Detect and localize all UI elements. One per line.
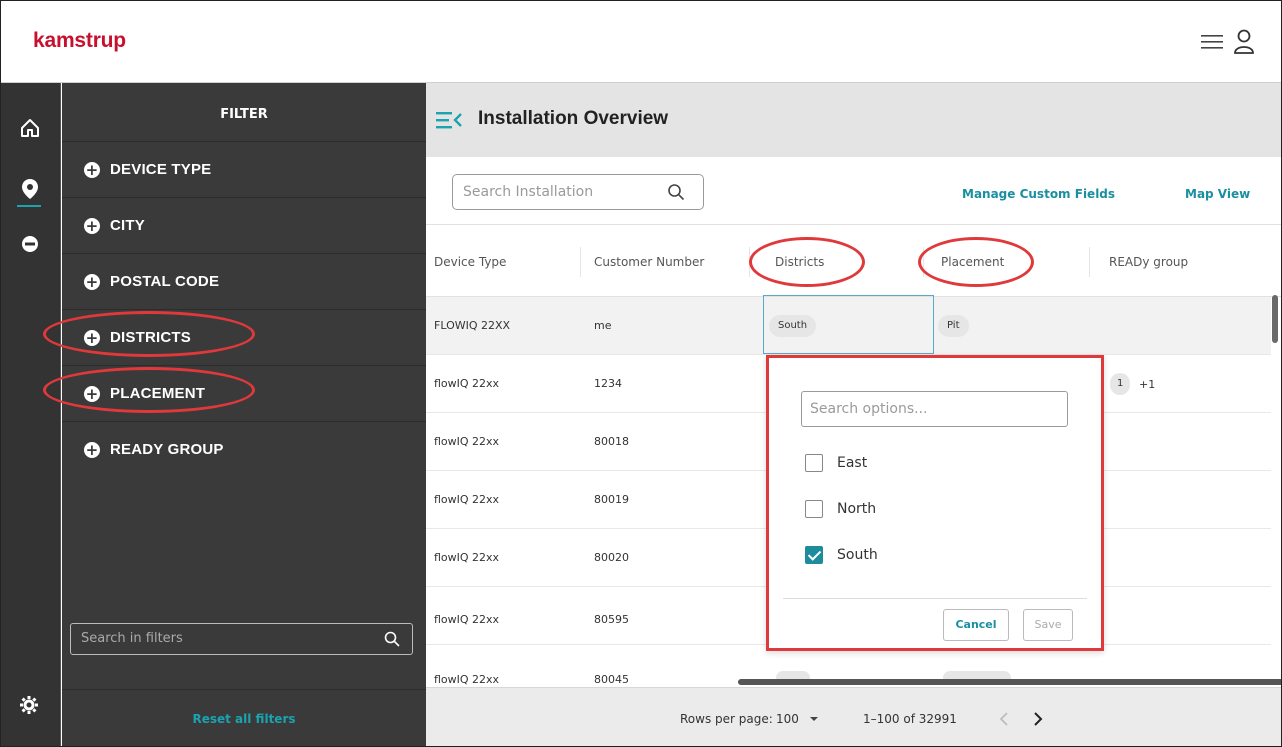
checkbox-unchecked[interactable]: [805, 454, 823, 472]
home-icon[interactable]: [19, 117, 43, 141]
page-header: Installation Overview: [426, 83, 1281, 157]
filter-item-label: POSTAL CODE: [110, 273, 220, 290]
reset-filters-link[interactable]: Reset all filters: [62, 689, 426, 746]
checkbox-checked[interactable]: [805, 546, 823, 564]
plus-icon: +: [84, 384, 100, 403]
option-south[interactable]: South: [805, 546, 878, 564]
collapse-menu-icon[interactable]: [434, 109, 464, 131]
meter-icon[interactable]: [19, 233, 43, 257]
cell-device-type: flowIQ 22xx: [434, 377, 500, 390]
search-icon: [668, 184, 685, 201]
column-customer-number[interactable]: Customer Number: [594, 255, 704, 269]
vertical-scrollbar[interactable]: [1272, 295, 1278, 343]
page-title: Installation Overview: [478, 108, 669, 129]
filter-title: FILTER: [220, 107, 268, 122]
save-button[interactable]: Save: [1023, 609, 1073, 641]
filter-item-label: PLACEMENT: [110, 385, 206, 402]
option-east[interactable]: East: [805, 454, 867, 472]
column-divider: [580, 247, 581, 277]
chevron-left-icon[interactable]: [999, 712, 1009, 726]
filter-item-districts[interactable]: + DISTRICTS: [62, 309, 426, 365]
option-label: North: [837, 501, 877, 517]
popup-divider: [783, 598, 1087, 599]
filter-item-city[interactable]: + CITY: [62, 197, 426, 253]
rows-per-page-value: 100: [776, 712, 799, 726]
rows-per-page-select[interactable]: 100: [776, 712, 819, 726]
plus-icon: +: [84, 272, 100, 291]
caret-down-icon: [809, 717, 818, 721]
manage-custom-fields-link[interactable]: Manage Custom Fields: [962, 187, 1115, 201]
column-device-type[interactable]: Device Type: [434, 255, 506, 269]
map-pin-icon[interactable]: [19, 177, 43, 201]
cell-customer-number: 80019: [594, 493, 629, 506]
cell-customer-number: 80018: [594, 435, 629, 448]
filter-item-label: READY GROUP: [110, 441, 224, 458]
kamstrup-logo: kamstrup: [33, 29, 126, 52]
cell-customer-number: 1234: [594, 377, 622, 390]
filter-item-ready-group[interactable]: + READY GROUP: [62, 421, 426, 477]
installation-search-input[interactable]: Search Installation: [452, 174, 704, 210]
column-districts[interactable]: Districts: [775, 255, 824, 269]
search-icon: [384, 631, 400, 647]
filter-panel: FILTER + DEVICE TYPE + CITY + POSTAL COD…: [62, 83, 426, 746]
map-view-link[interactable]: Map View: [1185, 187, 1250, 201]
top-bar: kamstrup: [1, 1, 1281, 83]
option-label: East: [837, 455, 868, 471]
app-window: kamstrup FILTER + DEVICE TYPE + CITY + P…: [0, 0, 1282, 747]
cell-device-type: flowIQ 22xx: [434, 493, 500, 506]
filter-item-label: DEVICE TYPE: [110, 161, 212, 178]
horizontal-scrollbar[interactable]: [738, 679, 1281, 685]
selected-cell-outline: [763, 295, 934, 354]
active-indicator: [17, 205, 41, 207]
cell-device-type: FLOWIQ 22XX: [434, 319, 511, 332]
column-ready-group[interactable]: READy group: [1109, 255, 1188, 269]
cell-device-type: flowIQ 22xx: [434, 613, 500, 626]
filter-item-device-type[interactable]: + DEVICE TYPE: [62, 141, 426, 197]
plus-icon: +: [84, 160, 100, 179]
cell-device-type: flowIQ 22xx: [434, 435, 500, 448]
ready-group-chip: 1: [1110, 373, 1131, 395]
filter-search-input[interactable]: Search in filters: [70, 623, 413, 655]
cell-device-type: flowIQ 22xx: [434, 673, 500, 686]
cell-device-type: flowIQ 22xx: [434, 551, 500, 564]
cell-customer-number: 80020: [594, 551, 629, 564]
rows-per-page-label: Rows per page:: [680, 712, 773, 726]
column-placement[interactable]: Placement: [941, 255, 1004, 269]
column-divider: [749, 247, 750, 277]
district-options-popup: Search options... East North South Cance…: [766, 355, 1104, 651]
plus-icon: +: [84, 328, 100, 347]
column-divider: [1089, 247, 1090, 277]
installation-search-placeholder: Search Installation: [463, 184, 594, 200]
filter-search-placeholder: Search in filters: [81, 631, 183, 646]
option-north[interactable]: North: [805, 500, 876, 518]
cell-customer-number: 80595: [594, 613, 629, 626]
filter-item-label: CITY: [110, 217, 145, 234]
plus-icon: +: [84, 440, 100, 459]
gear-icon[interactable]: [19, 695, 43, 719]
left-rail: [1, 83, 61, 746]
ready-group-more[interactable]: +1: [1139, 378, 1155, 391]
table-header: Device Type Customer Number Districts Pl…: [426, 225, 1281, 297]
cell-customer-number: 80045: [594, 673, 629, 686]
options-search-input[interactable]: Search options...: [801, 391, 1068, 427]
filter-item-label: DISTRICTS: [110, 329, 191, 346]
plus-icon: +: [84, 216, 100, 235]
chevron-right-icon[interactable]: [1033, 712, 1043, 726]
filter-item-placement[interactable]: + PLACEMENT: [62, 365, 426, 421]
menu-icon[interactable]: [1201, 34, 1223, 50]
cancel-button[interactable]: Cancel: [943, 609, 1009, 641]
user-icon[interactable]: [1233, 29, 1255, 55]
toolbar: Search Installation Manage Custom Fields…: [426, 157, 1281, 225]
placement-chip: Pit: [938, 315, 969, 337]
options-search-placeholder: Search options...: [810, 401, 928, 417]
page-range: 1–100 of 32991: [863, 712, 957, 726]
filter-item-postal-code[interactable]: + POSTAL CODE: [62, 253, 426, 309]
header-icons: [1201, 29, 1255, 55]
column-divider: [923, 247, 924, 277]
pagination-bar: Rows per page: 100 1–100 of 32991: [426, 687, 1281, 746]
checkbox-unchecked[interactable]: [805, 500, 823, 518]
option-label: South: [837, 547, 878, 563]
cell-customer-number: me: [594, 319, 612, 332]
